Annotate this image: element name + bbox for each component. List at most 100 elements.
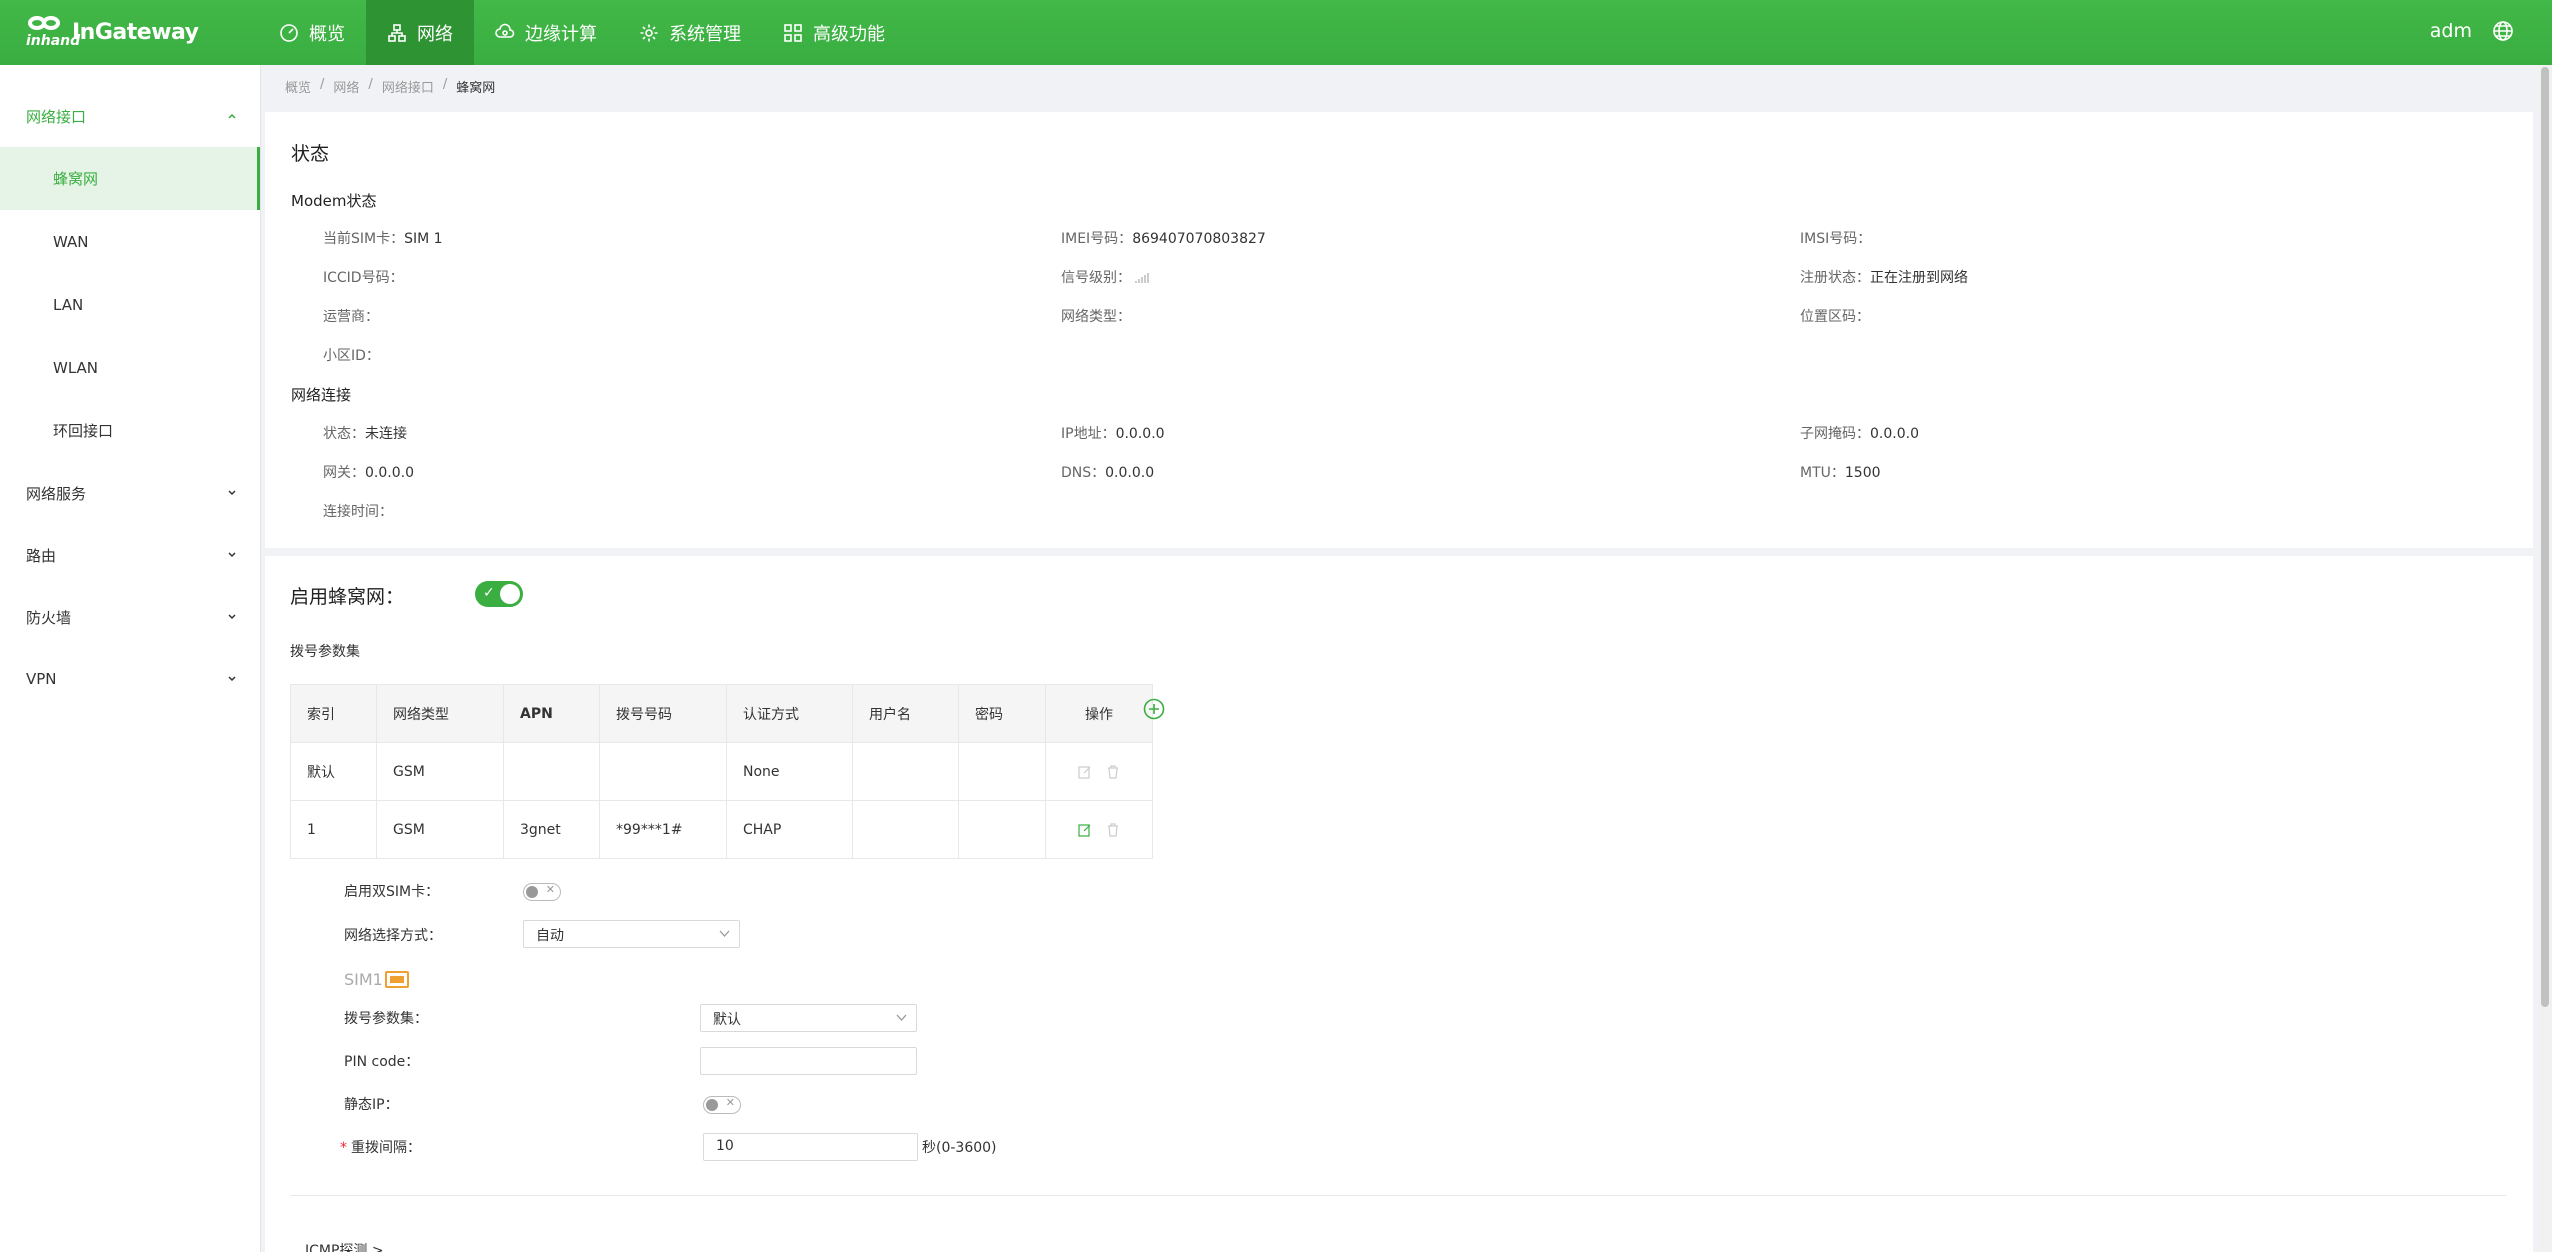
- modem-status-label: Modem状态: [291, 192, 377, 210]
- sidebar-group-network-services[interactable]: 网络服务: [0, 462, 260, 524]
- scrollbar-thumb[interactable]: [2541, 67, 2549, 1007]
- sidebar-item-lan[interactable]: LAN: [0, 273, 260, 336]
- col-password: 密码: [958, 684, 1046, 743]
- sidebar-group-network-interface[interactable]: 网络接口: [0, 85, 260, 147]
- table-row: 默认 GSM None: [290, 742, 1153, 801]
- enable-cellular-label: 启用蜂窝网：: [290, 586, 405, 608]
- redial-interval-input[interactable]: 10: [703, 1133, 918, 1161]
- sidebar-group-vpn[interactable]: VPN: [0, 648, 260, 710]
- col-network-type: 网络类型: [376, 684, 504, 743]
- breadcrumb-network-interface[interactable]: 网络接口: [382, 77, 434, 96]
- registration-field: 注册状态：正在注册到网络: [1800, 270, 1968, 286]
- gateway-field: 网关：0.0.0.0: [323, 465, 414, 481]
- sidebar-item-cellular[interactable]: 蜂窝网: [0, 147, 260, 210]
- redial-interval-label: * 重拨间隔：: [340, 1140, 421, 1156]
- dial-param-set-label: 拨号参数集：: [344, 1011, 428, 1027]
- edit-icon: [1078, 765, 1091, 779]
- dashboard-icon: [280, 23, 298, 42]
- subnet-mask-field: 子网掩码：0.0.0.0: [1800, 426, 1919, 442]
- dual-sim-label: 启用双SIM卡：: [344, 884, 440, 900]
- sim1-label: SIM1: [344, 970, 409, 989]
- sidebar-group-routing[interactable]: 路由: [0, 524, 260, 586]
- logo: inhand InGateway: [26, 14, 199, 50]
- pin-code-label: PIN code：: [344, 1054, 420, 1070]
- config-card: [265, 556, 2533, 1252]
- chevron-down-icon: [896, 1014, 907, 1021]
- col-username: 用户名: [852, 684, 959, 743]
- col-apn: APN: [503, 684, 600, 743]
- sidebar-item-wan[interactable]: WAN: [0, 210, 260, 273]
- chevron-down-icon: [228, 614, 236, 620]
- signal-level-field: 信号级别：: [1061, 267, 1150, 287]
- sidebar: 网络接口 蜂窝网 WAN LAN WLAN 环回接口 网络服务 路由 防火墙 V…: [0, 65, 261, 1252]
- redial-interval-unit: 秒(0-3600): [922, 1140, 997, 1156]
- chevron-down-icon: [228, 676, 236, 682]
- static-ip-toggle[interactable]: ✕: [703, 1096, 741, 1114]
- dial-param-set-select[interactable]: 默认: [700, 1004, 917, 1032]
- network-type-field: 网络类型：: [1061, 309, 1131, 325]
- edit-icon[interactable]: [1078, 823, 1092, 837]
- status-card: 状态 Modem状态 当前SIM卡：SIM 1 IMEI号码：869407070…: [265, 112, 2533, 548]
- col-auth-method: 认证方式: [726, 684, 853, 743]
- dial-parameter-set-label: 拨号参数集: [290, 644, 360, 660]
- network-connection-label: 网络连接: [291, 386, 352, 404]
- nav-overview[interactable]: 概览: [258, 0, 366, 65]
- pin-code-input[interactable]: [700, 1047, 917, 1075]
- gear-icon: [640, 24, 658, 41]
- add-circle-icon[interactable]: [1143, 698, 1165, 720]
- grid-icon: [784, 23, 802, 42]
- main-nav: 概览 网络 边缘计算 系统管理 高级功能: [258, 0, 906, 65]
- page-scrollbar[interactable]: [2538, 65, 2552, 1252]
- operator-field: 运营商：: [323, 309, 379, 325]
- sim-card-icon: [384, 971, 409, 988]
- cloud-icon: [495, 23, 515, 38]
- imsi-field: IMSI号码：: [1800, 231, 1872, 247]
- signal-bars-icon: [1135, 273, 1150, 283]
- globe-icon[interactable]: [2492, 20, 2514, 42]
- enable-cellular-toggle[interactable]: ✓: [475, 581, 523, 607]
- dns-field: DNS：0.0.0.0: [1061, 465, 1155, 481]
- static-ip-label: 静态IP：: [344, 1097, 399, 1113]
- nav-advanced[interactable]: 高级功能: [762, 0, 906, 65]
- network-icon: [388, 23, 406, 42]
- iccid-field: ICCID号码：: [323, 270, 404, 286]
- lac-field: 位置区码：: [1800, 309, 1870, 325]
- inhand-logo-icon: inhand: [26, 14, 80, 50]
- chevron-down-icon: [228, 552, 236, 558]
- top-navbar: inhand InGateway 概览 网络 边缘计算 系统管理 高级功能 ad…: [0, 0, 2552, 65]
- icmp-probe-section[interactable]: ICMP探测 >: [305, 1240, 384, 1252]
- delete-icon: [1108, 764, 1118, 779]
- breadcrumb: 概览 / 网络 / 网络接口 / 蜂窝网: [285, 77, 496, 96]
- sidebar-item-wlan[interactable]: WLAN: [0, 336, 260, 399]
- network-selection-label: 网络选择方式：: [344, 928, 442, 944]
- connection-time-field: 连接时间：: [323, 504, 393, 520]
- chevron-down-icon: [228, 490, 236, 496]
- col-actions: 操作: [1045, 684, 1153, 743]
- sidebar-item-loopback[interactable]: 环回接口: [0, 399, 260, 462]
- user-menu[interactable]: adm: [2430, 20, 2472, 42]
- col-index: 索引: [290, 684, 377, 743]
- nav-network[interactable]: 网络: [366, 0, 474, 65]
- breadcrumb-overview[interactable]: 概览: [285, 77, 311, 96]
- logo-text: InGateway: [72, 19, 199, 45]
- dial-parameter-table: 索引 网络类型 APN 拨号号码 认证方式 用户名 密码 操作 默认 GSM N…: [290, 684, 1153, 859]
- nav-edge-computing[interactable]: 边缘计算: [474, 0, 618, 65]
- network-selection-select[interactable]: 自动: [523, 920, 740, 948]
- imei-field: IMEI号码：869407070803827: [1061, 231, 1266, 247]
- chevron-up-icon: [228, 113, 236, 119]
- sim-card-field: 当前SIM卡：SIM 1: [323, 231, 443, 247]
- chevron-down-icon: [719, 930, 730, 937]
- status-title: 状态: [291, 143, 330, 165]
- table-header-row: 索引 网络类型 APN 拨号号码 认证方式 用户名 密码 操作: [290, 684, 1153, 743]
- nav-system-management[interactable]: 系统管理: [618, 0, 762, 65]
- breadcrumb-network[interactable]: 网络: [333, 77, 359, 96]
- dual-sim-toggle[interactable]: ✕: [523, 883, 561, 901]
- col-dial-number: 拨号号码: [599, 684, 727, 743]
- conn-state-field: 状态：未连接: [323, 426, 407, 442]
- sidebar-group-firewall[interactable]: 防火墙: [0, 586, 260, 648]
- mtu-field: MTU：1500: [1800, 465, 1881, 481]
- divider: [290, 1195, 2506, 1196]
- cell-id-field: 小区ID：: [323, 348, 380, 364]
- delete-icon: [1108, 822, 1118, 837]
- breadcrumb-cellular: 蜂窝网: [456, 81, 496, 96]
